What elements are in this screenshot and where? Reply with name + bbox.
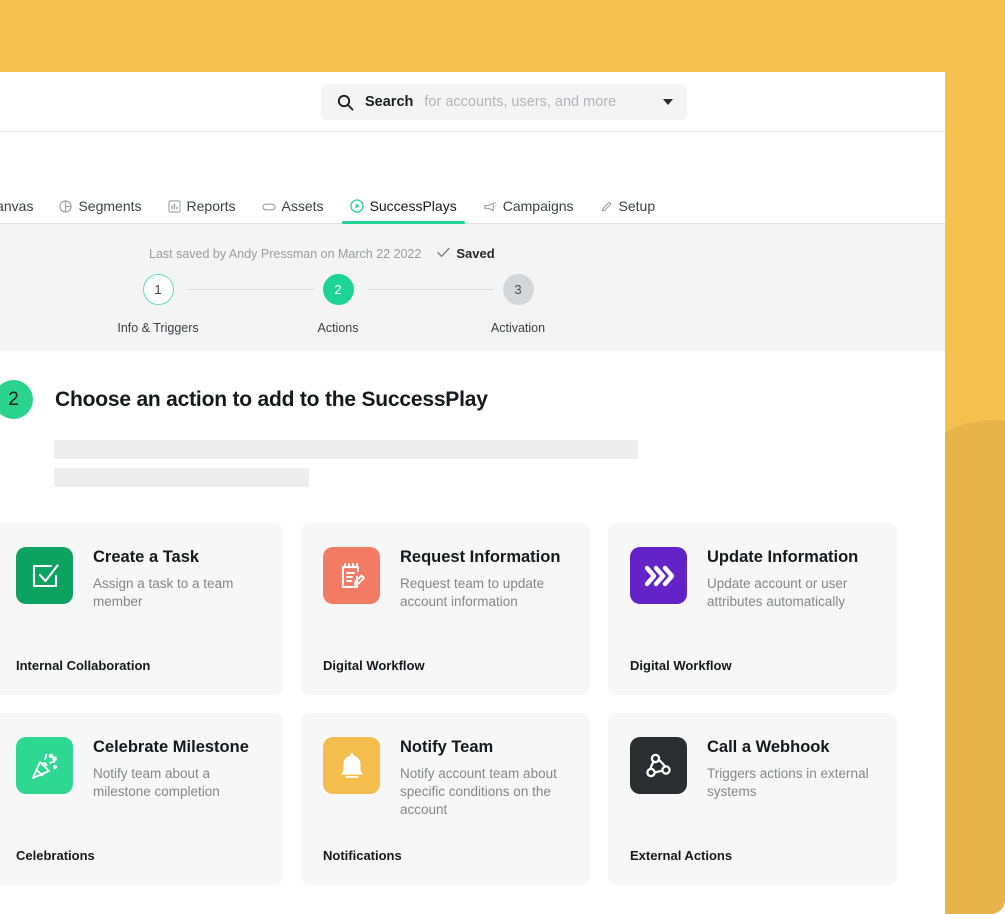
card-description: Notify account team about specific condi… — [400, 765, 557, 818]
tab-label: Segments — [78, 198, 142, 214]
stepper: 1 Info & Triggers 2 Actions 3 Activation — [98, 274, 578, 335]
tab-label: Reports — [186, 198, 236, 214]
background-yellow-right-panel-dark — [935, 420, 1005, 914]
card-title: Notify Team — [400, 738, 494, 756]
tab-segments[interactable]: Segments — [46, 198, 154, 223]
section-title: Choose an action to add to the SuccessPl… — [55, 387, 488, 411]
saved-label: Saved — [456, 246, 495, 261]
tab-label: Setup — [618, 198, 656, 214]
card-title: Request Information — [400, 548, 561, 566]
card-text: Notify Team Notify account team about sp… — [400, 737, 568, 819]
tab-setup[interactable]: Setup — [587, 198, 669, 223]
step-circle: 1 — [142, 274, 174, 305]
party-popper-icon — [16, 737, 73, 794]
card-top: Notify Team Notify account team about sp… — [323, 737, 568, 819]
tab-label: Campaigns — [502, 198, 574, 214]
stepper-step-2[interactable]: 2 Actions — [278, 274, 398, 335]
card-category: Notifications — [323, 848, 402, 863]
background-yellow-top — [0, 0, 1005, 72]
action-card-create-a-task[interactable]: Create a Task Assign a task to a team me… — [0, 523, 283, 695]
card-top: Update Information Update account or use… — [630, 547, 875, 611]
card-description: Request team to update account informati… — [400, 575, 545, 609]
tab-successplays[interactable]: SuccessPlays — [337, 198, 470, 224]
tab-label: SuccessPlays — [369, 198, 457, 214]
skeleton-bar — [54, 468, 309, 487]
card-text: Celebrate Milestone Notify team about a … — [93, 737, 261, 801]
last-saved-text: Last saved by Andy Pressman on March 22 … — [149, 246, 422, 261]
card-top: Create a Task Assign a task to a team me… — [16, 547, 261, 611]
card-title: Celebrate Milestone — [93, 738, 249, 756]
action-card-call-a-webhook[interactable]: Call a Webhook Triggers actions in exter… — [608, 713, 897, 885]
search-icon — [337, 94, 354, 111]
action-card-request-information[interactable]: Request Information Request team to upda… — [301, 523, 590, 695]
search-label: Search — [365, 94, 414, 110]
triple-chevron-right-icon — [630, 547, 687, 604]
play-circle-icon — [349, 199, 364, 213]
stepper-step-3[interactable]: 3 Activation — [458, 274, 578, 335]
card-icon — [261, 200, 276, 213]
card-description: Assign a task to a team member — [93, 575, 234, 609]
status-badge: Saved — [437, 246, 495, 261]
screenshot-stage: o Search for accounts, users, and more o — [0, 0, 1005, 914]
card-title: Update Information — [707, 548, 859, 566]
main-content: 2 Choose an action to add to the Success… — [0, 351, 945, 914]
card-description: Triggers actions in external systems — [707, 765, 869, 799]
tab-strip: Canvas Segments — [0, 190, 945, 224]
card-category: Internal Collaboration — [16, 658, 151, 673]
tab-reports[interactable]: Reports — [155, 198, 249, 223]
placeholder-skeletons — [0, 440, 945, 487]
tab-label: Canvas — [0, 198, 34, 214]
step-circle: 2 — [322, 274, 354, 305]
action-card-grid: Create a Task Assign a task to a team me… — [0, 523, 945, 885]
card-top: Celebrate Milestone Notify team about a … — [16, 737, 261, 801]
notepad-pencil-icon — [323, 547, 380, 604]
card-category: Digital Workflow — [630, 658, 732, 673]
tab-campaigns[interactable]: Campaigns — [470, 198, 587, 223]
stepper-step-1[interactable]: 1 Info & Triggers — [98, 274, 218, 335]
pencil-icon — [600, 200, 613, 213]
tab-canvas[interactable]: Canvas — [0, 198, 46, 223]
check-icon — [437, 246, 451, 261]
card-top: Request Information Request team to upda… — [323, 547, 568, 611]
card-text: Update Information Update account or use… — [707, 547, 875, 611]
step-label: Activation — [490, 321, 546, 335]
card-description: Update account or user attributes automa… — [707, 575, 848, 609]
card-title: Call a Webhook — [707, 738, 830, 756]
section-heading-row: 2 Choose an action to add to the Success… — [0, 380, 945, 419]
card-top: Call a Webhook Triggers actions in exter… — [630, 737, 875, 801]
card-description: Notify team about a milestone completion — [93, 765, 220, 799]
bar-chart-icon — [167, 199, 181, 213]
step-label: Actions — [317, 321, 359, 335]
card-title: Create a Task — [93, 548, 200, 566]
webhook-icon — [630, 737, 687, 794]
search-placeholder: for accounts, users, and more — [424, 94, 617, 110]
card-category: Celebrations — [16, 848, 95, 863]
tab-assets[interactable]: Assets — [249, 198, 337, 223]
card-category: External Actions — [630, 848, 733, 863]
checkbox-square-icon — [16, 547, 73, 604]
step-circle: 3 — [502, 274, 534, 305]
card-text: Call a Webhook Triggers actions in exter… — [707, 737, 875, 801]
megaphone-icon — [483, 200, 497, 213]
action-card-notify-team[interactable]: Notify Team Notify account team about sp… — [301, 713, 590, 885]
top-bar: o Search for accounts, users, and more — [0, 72, 945, 132]
skeleton-bar — [54, 440, 638, 459]
page-header-bar: o — [0, 132, 945, 190]
search-input[interactable]: Search for accounts, users, and more — [321, 84, 687, 120]
card-text: Create a Task Assign a task to a team me… — [93, 547, 261, 611]
section-step-badge: 2 — [0, 380, 33, 419]
app-window: o Search for accounts, users, and more o — [0, 72, 945, 914]
caret-down-icon[interactable] — [663, 99, 673, 105]
bell-icon — [323, 737, 380, 794]
step-label: Info & Triggers — [117, 321, 199, 335]
action-card-update-information[interactable]: Update Information Update account or use… — [608, 523, 897, 695]
wizard-stepper-section: Last saved by Andy Pressman on March 22 … — [0, 224, 945, 351]
card-category: Digital Workflow — [323, 658, 425, 673]
tab-label: Assets — [281, 198, 324, 214]
action-card-celebrate-milestone[interactable]: Celebrate Milestone Notify team about a … — [0, 713, 283, 885]
card-text: Request Information Request team to upda… — [400, 547, 568, 611]
saved-status-row: Last saved by Andy Pressman on March 22 … — [149, 246, 495, 261]
pie-chart-icon — [59, 199, 73, 213]
